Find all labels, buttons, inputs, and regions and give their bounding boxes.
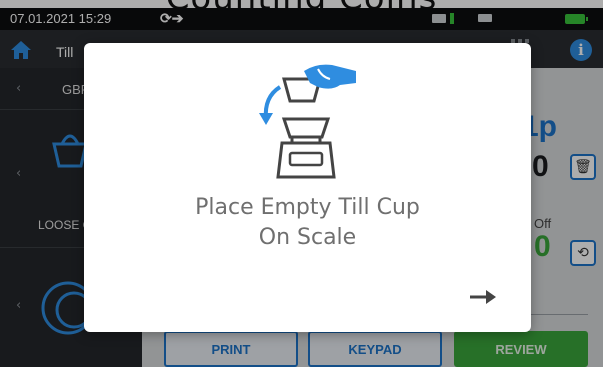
arrow-right-icon[interactable] [468,287,498,307]
instruction-line-1: Place Empty Till Cup [195,195,420,220]
place-cup-on-scale-icon [259,64,356,179]
instruction-line-2: On Scale [258,225,357,250]
instruction-message: Place Empty Till Cup On Scale [84,193,531,253]
instruction-dialog: Place Empty Till Cup On Scale [84,43,531,332]
